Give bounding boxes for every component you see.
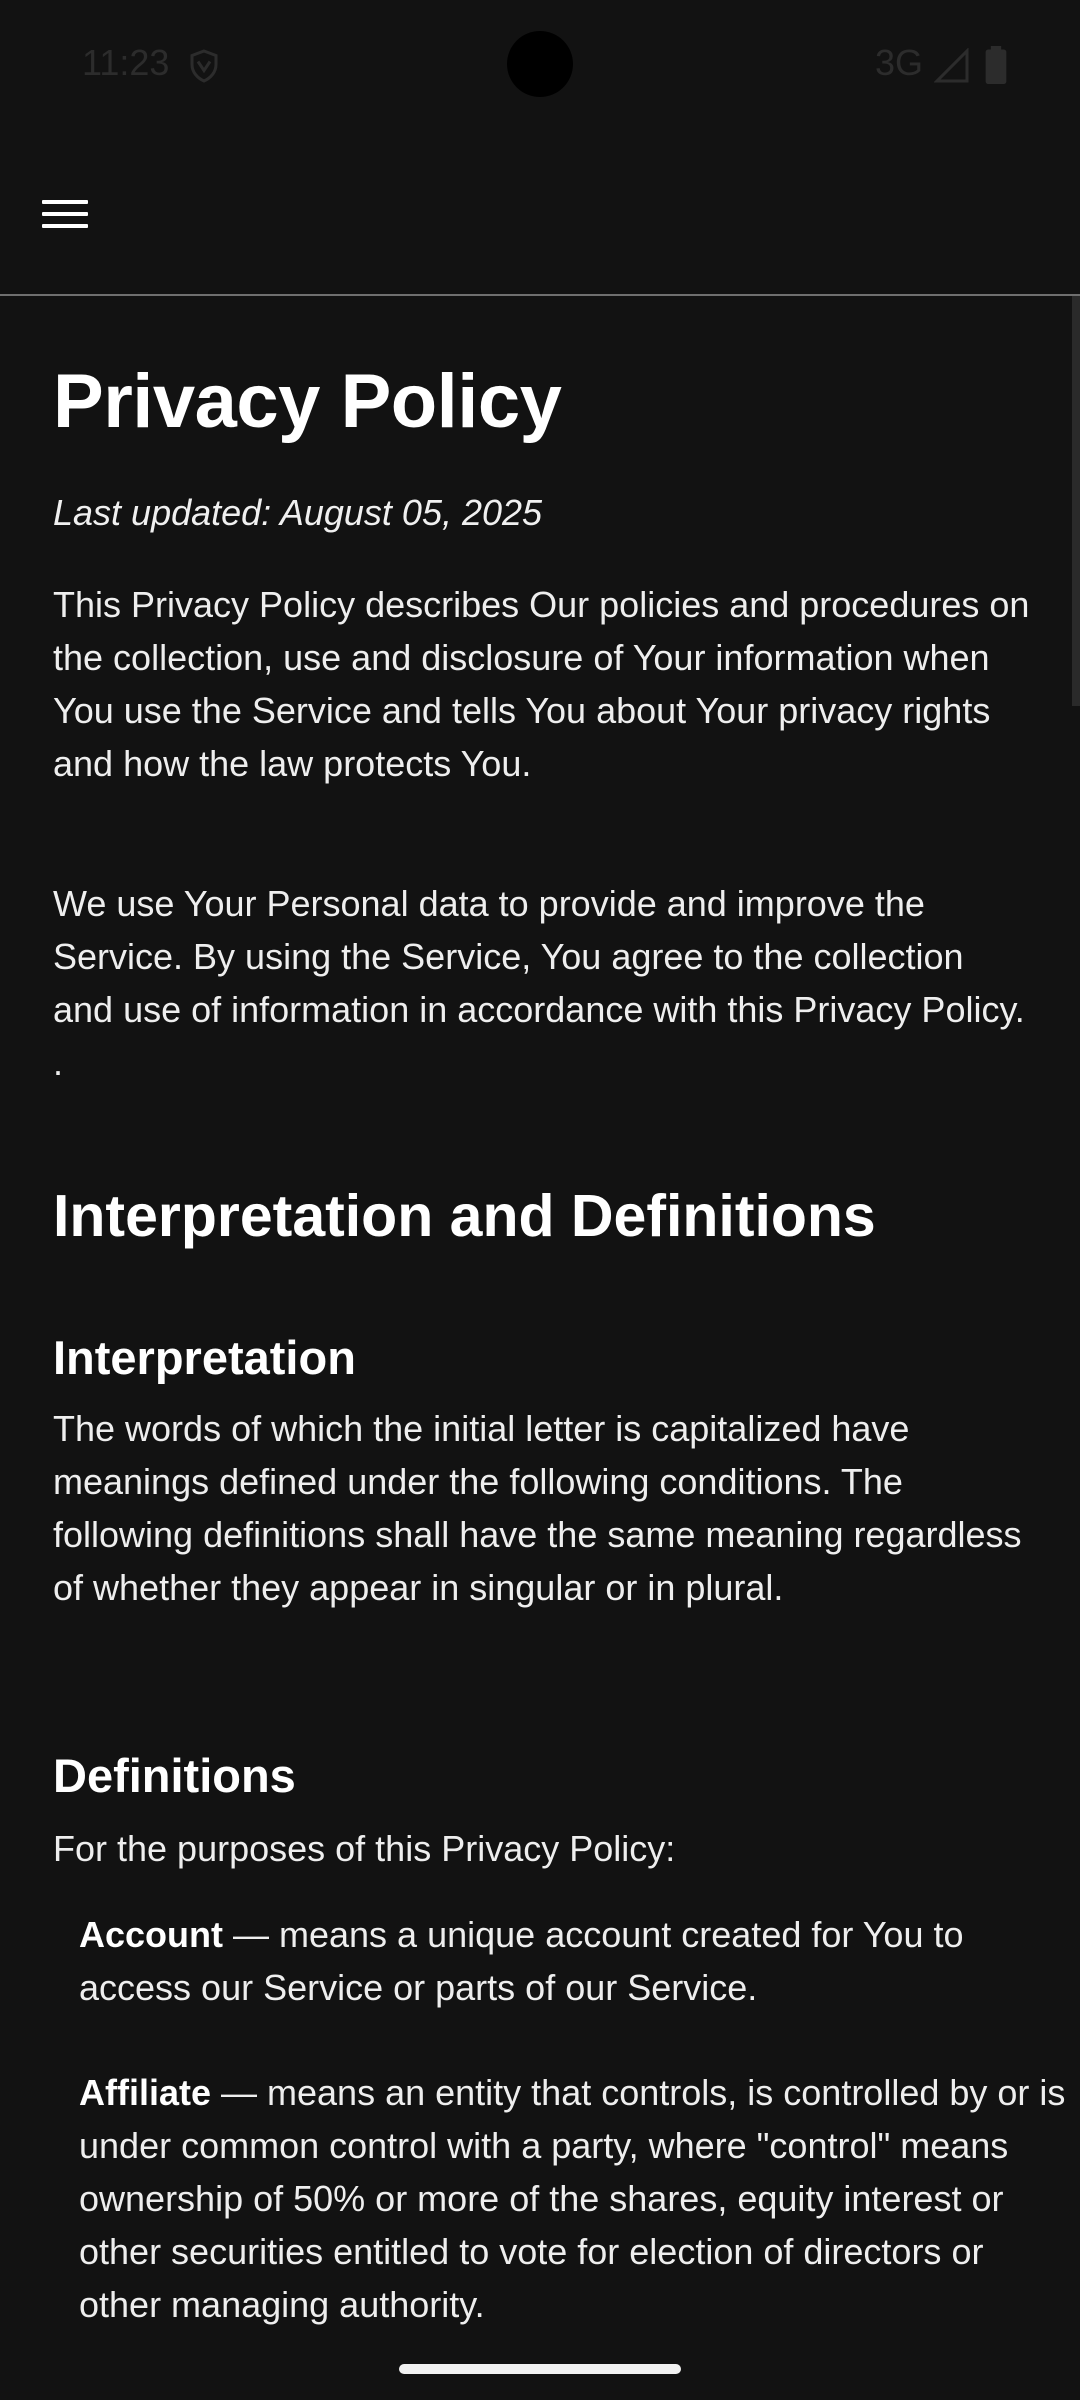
interpretation-text: The words of which the initial letter is… [53,1408,1022,1608]
section-heading: Interpretation and Definitions [53,1183,876,1249]
status-bar: 11:23 3G [0,0,1080,128]
definitions-heading: Definitions [53,1749,296,1802]
definitions-intro: For the purposes of this Privacy Policy: [53,1828,676,1869]
shield-icon [190,49,218,83]
definition-term: Affiliate [79,2072,212,2113]
gesture-navigation-bar[interactable] [399,2364,681,2374]
intro-paragraph: We use Your Personal data to provide and… [53,883,1025,1083]
network-type: 3G [875,42,924,83]
definition-item: Account — means a unique account created… [79,1908,1069,2014]
hamburger-menu-icon-line [42,224,88,228]
definition-text: — means an entity that controls, is cont… [79,2072,1066,2325]
battery-icon [985,46,1007,84]
page-title: Privacy Policy [53,359,562,444]
intro-paragraph: This Privacy Policy describes Our polici… [53,584,1030,784]
camera-cutout [507,31,573,97]
status-time: 11:23 [82,42,170,83]
app-bar [0,128,1080,296]
interpretation-heading: Interpretation [53,1331,356,1384]
signal-icon [934,48,969,83]
last-updated: Last updated: August 05, 2025 [53,492,543,533]
menu-button[interactable] [28,178,102,252]
hamburger-menu-icon-line [42,212,88,216]
scrollbar[interactable] [1072,296,1080,706]
hamburger-menu-icon [42,200,88,204]
definition-term: Account [79,1914,223,1955]
definition-item: Affiliate — means an entity that control… [79,2066,1069,2331]
